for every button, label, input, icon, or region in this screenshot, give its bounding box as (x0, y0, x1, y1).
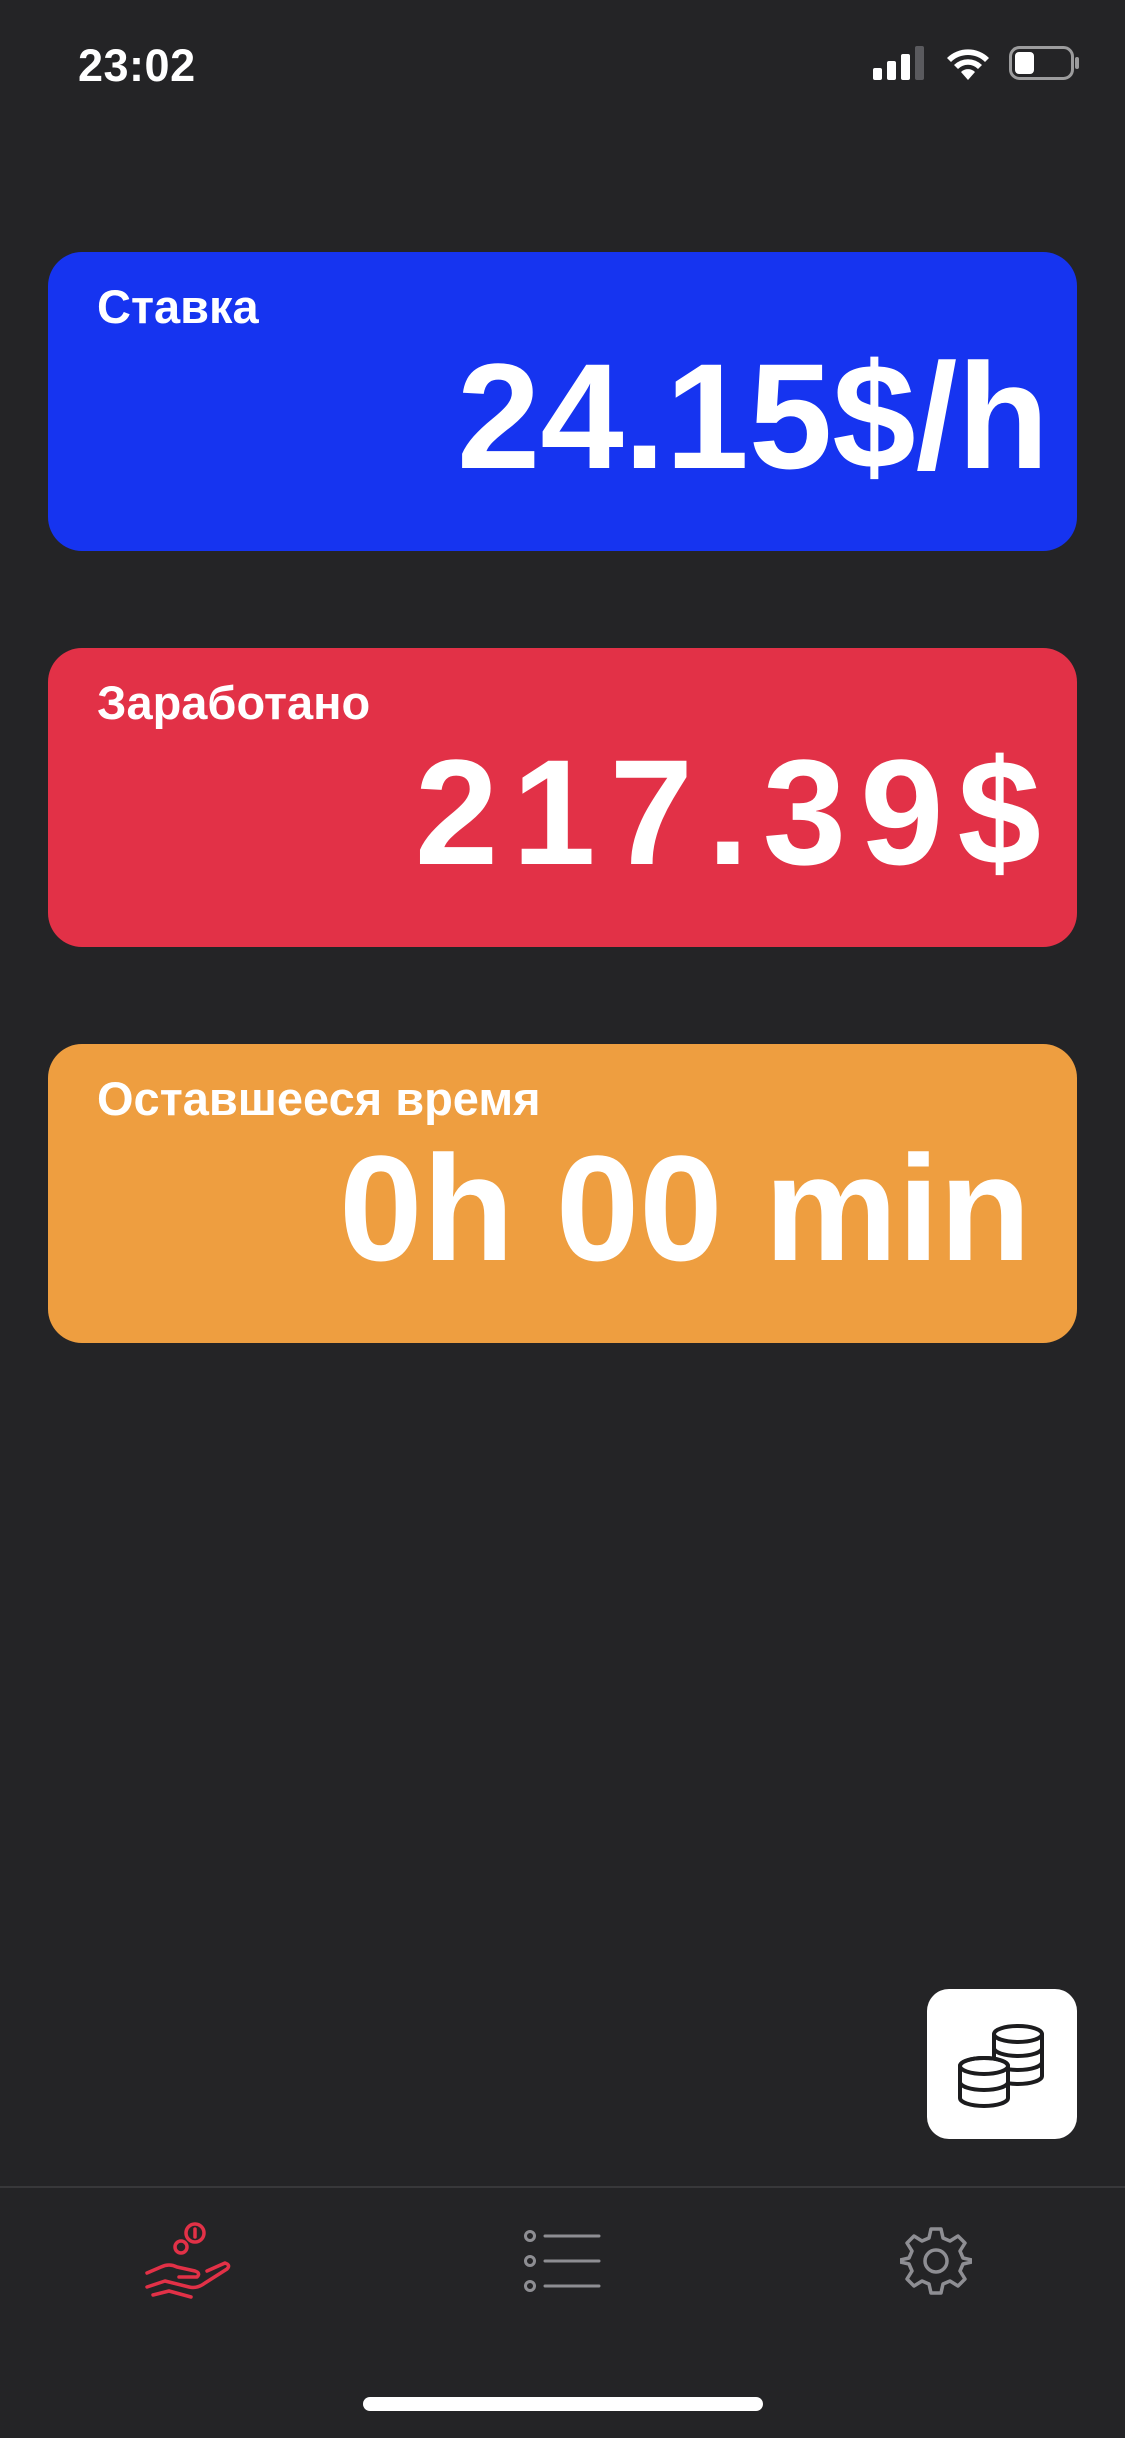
tab-settings[interactable] (876, 2206, 996, 2316)
rate-value: 24.15$/h (456, 332, 1049, 500)
coins-button[interactable] (927, 1989, 1077, 2139)
status-icons (873, 46, 1081, 80)
wifi-icon (947, 49, 989, 80)
earned-card: Заработано 217.39$ (48, 648, 1077, 947)
remaining-time-card: Оставшееся время 0h 00 min (48, 1044, 1077, 1343)
coins-stack-icon (958, 2024, 1044, 2108)
signal-icon (873, 46, 924, 80)
hand-coins-icon (145, 2222, 231, 2299)
tab-list[interactable] (503, 2206, 623, 2316)
gear-icon (900, 2227, 972, 2295)
status-bar: 23:02 (0, 0, 1125, 130)
remaining-time-label: Оставшееся время (97, 1072, 541, 1125)
rate-card: Ставка 24.15$/h (48, 252, 1077, 551)
battery-icon (1009, 46, 1079, 80)
rate-label: Ставка (97, 280, 259, 333)
tab-earnings[interactable] (128, 2206, 248, 2316)
earned-value: 217.39$ (414, 728, 1055, 896)
earned-label: Заработано (97, 676, 371, 729)
home-indicator (363, 2397, 763, 2411)
remaining-time-value: 0h 00 min (339, 1124, 1031, 1292)
status-time: 23:02 (78, 40, 196, 91)
list-icon (524, 2230, 601, 2292)
